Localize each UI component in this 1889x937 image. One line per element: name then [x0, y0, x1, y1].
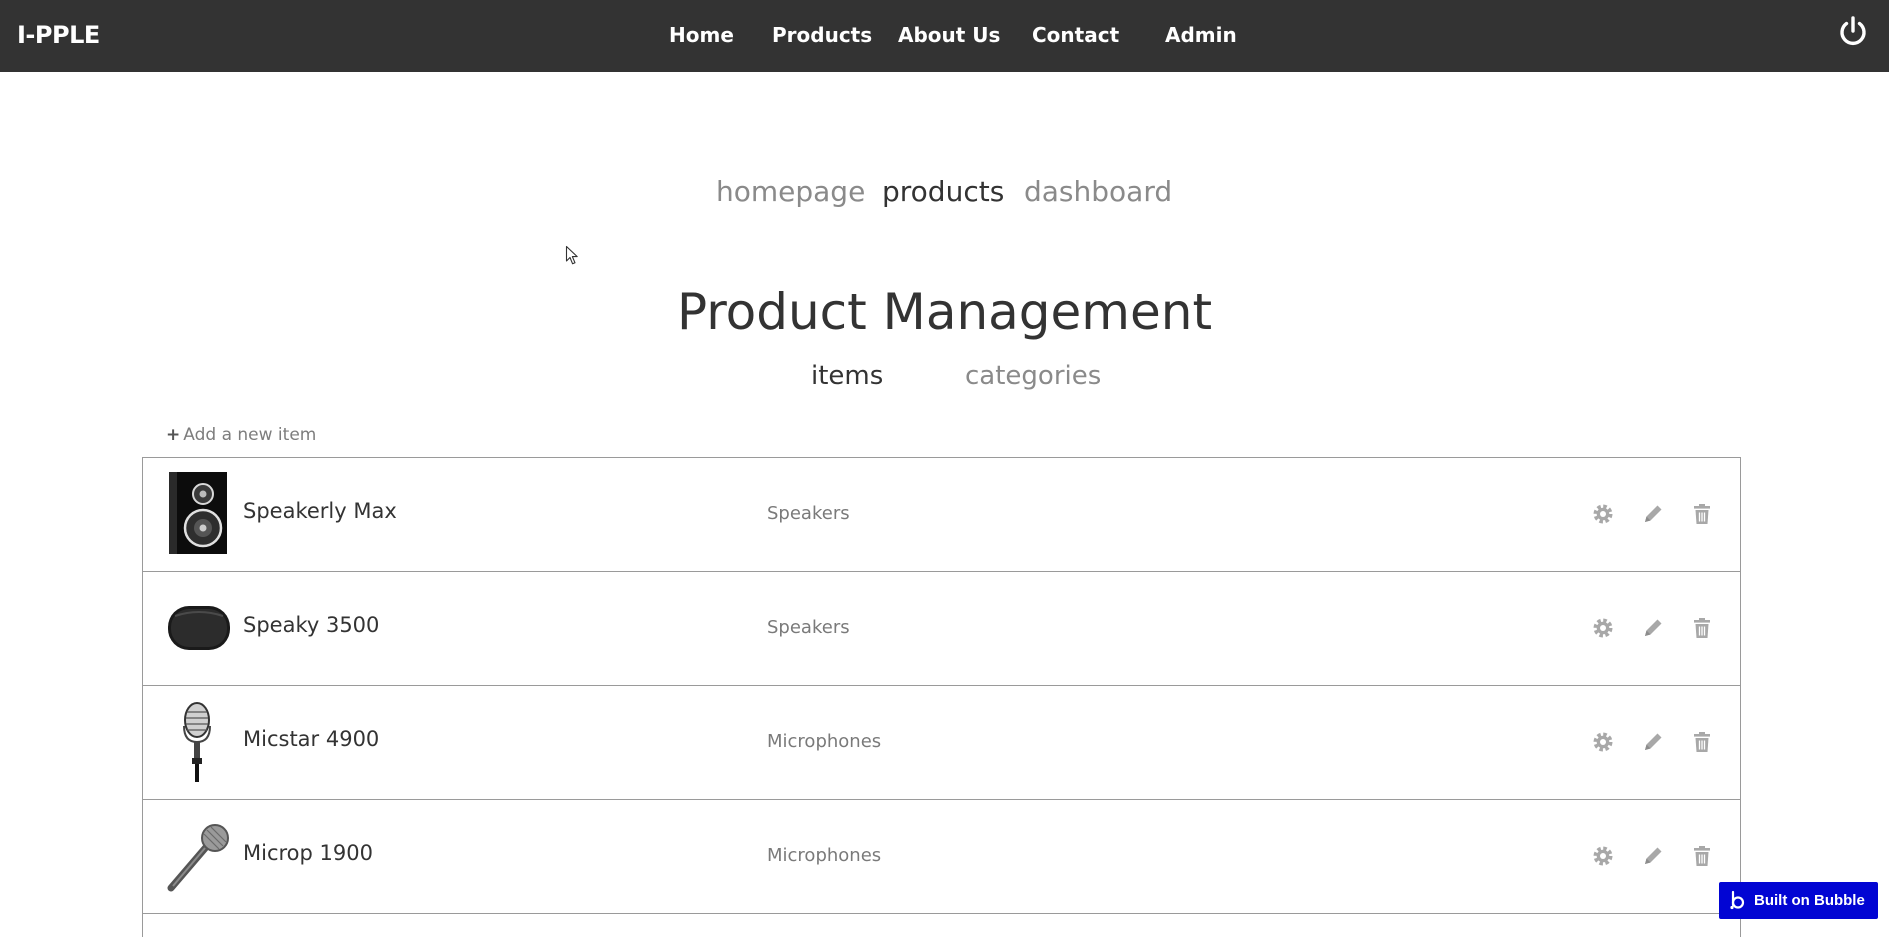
product-category: Speakers — [767, 617, 850, 638]
product-name: Micstar 4900 — [243, 727, 380, 751]
page-tab-dashboard[interactable]: dashboard — [1024, 174, 1172, 210]
sub-tab-items[interactable]: items — [811, 360, 883, 392]
pencil-icon[interactable] — [1641, 730, 1665, 754]
handheld-microphone-image — [167, 824, 229, 892]
mouse-cursor-icon — [565, 245, 578, 265]
trash-icon[interactable] — [1690, 844, 1714, 868]
portable-speaker-image — [168, 606, 230, 650]
nav-admin[interactable]: Admin — [1165, 22, 1237, 48]
product-row: Speaky 3500 Speakers — [143, 572, 1740, 686]
vintage-microphone-image — [183, 702, 211, 782]
plus-icon: + — [166, 425, 181, 445]
product-name: Speakerly Max — [243, 499, 397, 523]
power-icon[interactable] — [1835, 14, 1871, 50]
gear-icon[interactable] — [1591, 616, 1615, 640]
pencil-icon[interactable] — [1641, 502, 1665, 526]
built-on-bubble-badge[interactable]: Built on Bubble — [1719, 882, 1878, 919]
product-list: Speakerly Max Speakers Speaky 3500 Speak — [142, 457, 1741, 937]
nav-contact[interactable]: Contact — [1032, 22, 1119, 48]
product-category: Microphones — [767, 731, 882, 752]
pencil-icon[interactable] — [1641, 616, 1665, 640]
nav-products[interactable]: Products — [772, 22, 872, 48]
add-new-item-button[interactable]: + Add a new item — [166, 424, 316, 446]
page-tab-products[interactable]: products — [882, 174, 1004, 210]
product-name: Speaky 3500 — [243, 613, 380, 637]
gear-icon[interactable] — [1591, 730, 1615, 754]
tower-speaker-image — [169, 472, 227, 554]
add-new-item-label: Add a new item — [183, 425, 317, 445]
nav-about-us[interactable]: About Us — [898, 22, 1000, 48]
bubble-logo-icon — [1730, 890, 1745, 910]
product-row: Micstar 4900 Microphones — [143, 686, 1740, 800]
gear-icon[interactable] — [1591, 844, 1615, 868]
trash-icon[interactable] — [1690, 502, 1714, 526]
trash-icon[interactable] — [1690, 616, 1714, 640]
pencil-icon[interactable] — [1641, 844, 1665, 868]
top-navigation-bar: I-PPLE Home Products About Us Contact Ad… — [0, 0, 1889, 72]
built-on-bubble-label: Built on Bubble — [1754, 892, 1865, 909]
sub-tab-categories[interactable]: categories — [965, 360, 1101, 392]
page-tab-homepage[interactable]: homepage — [716, 174, 865, 210]
product-row: Speakerly Max Speakers — [143, 458, 1740, 572]
brand-logo[interactable]: I-PPLE — [17, 20, 100, 50]
product-name: Microp 1900 — [243, 841, 373, 865]
nav-home[interactable]: Home — [669, 22, 734, 48]
product-category: Microphones — [767, 845, 882, 866]
page-title: Product Management — [676, 283, 1213, 341]
gear-icon[interactable] — [1591, 502, 1615, 526]
product-row: Microp 1900 Microphones — [143, 800, 1740, 914]
trash-icon[interactable] — [1690, 730, 1714, 754]
product-category: Speakers — [767, 503, 850, 524]
